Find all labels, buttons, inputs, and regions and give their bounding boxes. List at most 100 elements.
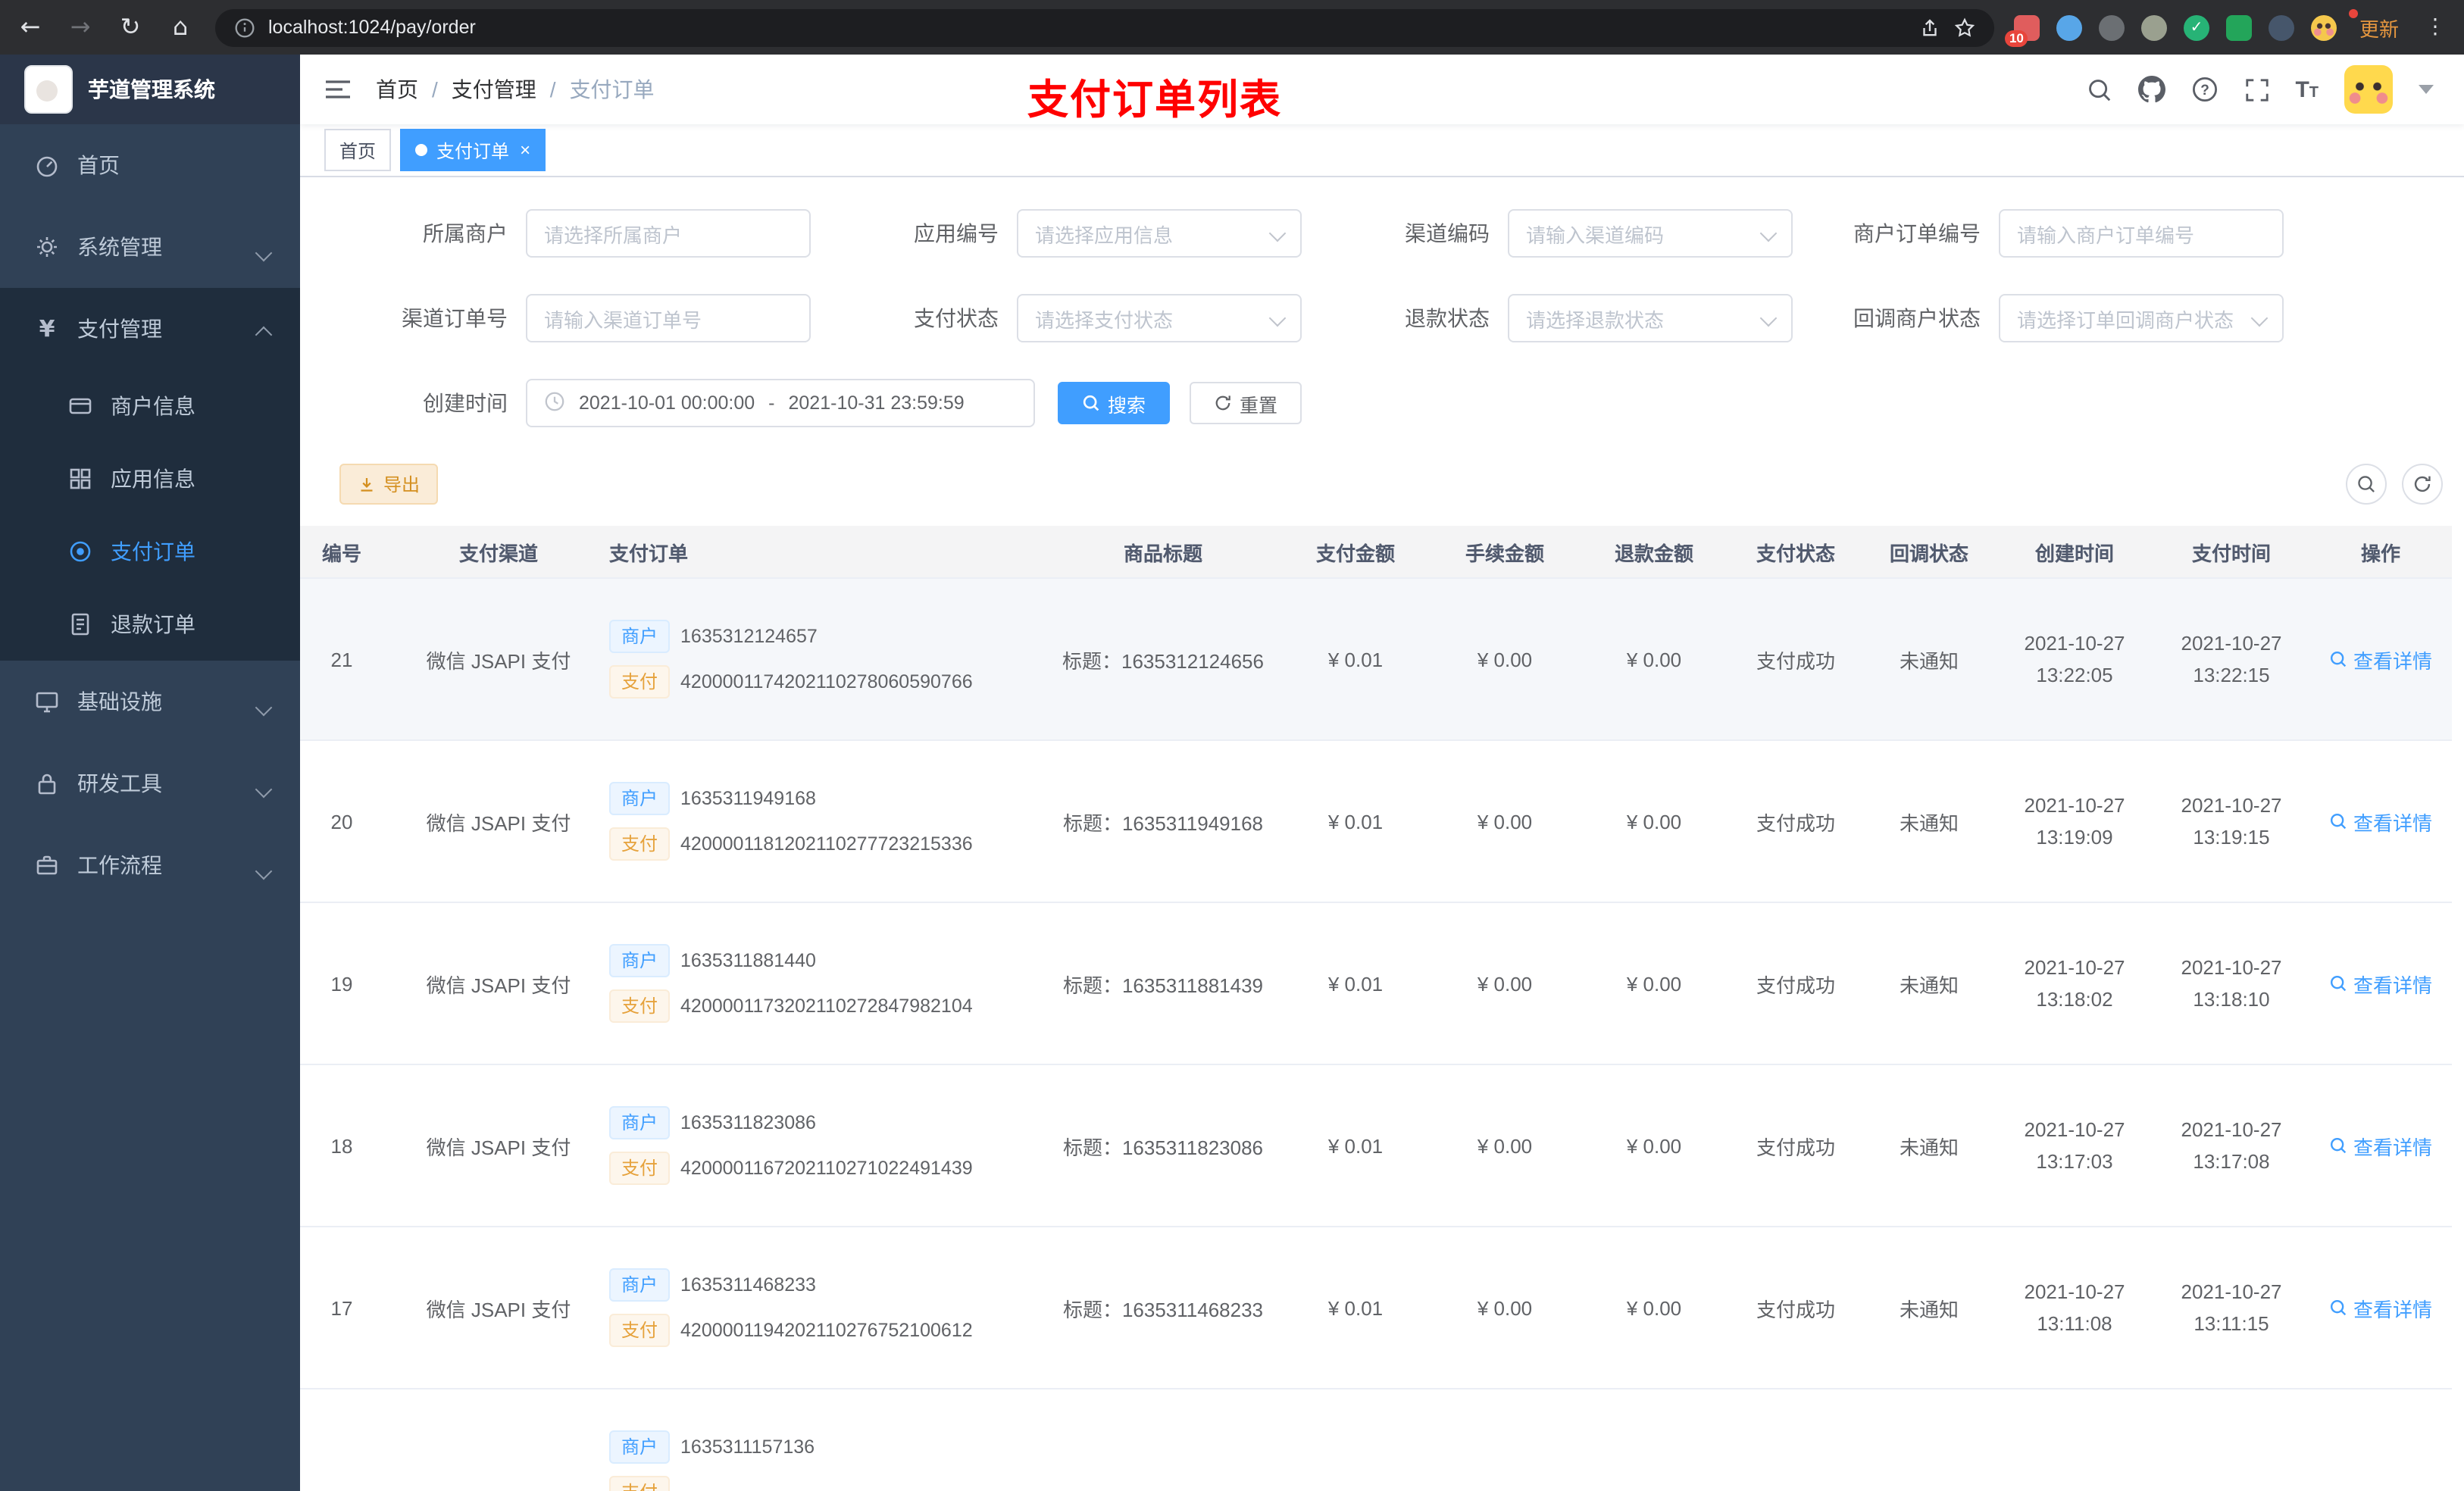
help-icon[interactable]: ? — [2190, 76, 2218, 103]
cell-channel: 微信 JSAPI 支付 — [400, 1227, 597, 1389]
column-header-pay-time: 支付时间 — [2153, 526, 2309, 579]
browser-forward-icon[interactable]: → — [65, 14, 95, 39]
browser-menu-icon[interactable]: ⋮ — [2422, 15, 2449, 39]
notify-status-select[interactable]: 请选择订单回调商户状态 — [1999, 294, 2284, 342]
search-icon[interactable] — [2086, 77, 2112, 102]
cell-fee: ¥ 0.00 — [1431, 1227, 1579, 1389]
tab-pay-order[interactable]: 支付订单 × — [400, 129, 546, 171]
view-detail-link[interactable]: 查看详情 — [2329, 969, 2432, 998]
app-no-select[interactable]: 请选择应用信息 — [1017, 209, 1302, 258]
pay-tag: 支付 — [609, 989, 671, 1023]
cell-channel: 微信 JSAPI 支付 — [400, 740, 597, 903]
cell-actions — [2309, 1389, 2452, 1491]
pay-order-no: 4200001174202110278060590766 — [680, 671, 973, 692]
sidebar-item-workflow[interactable]: 工作流程 — [0, 824, 300, 906]
cell-pay-time: 2021-10-27 13:19:15 — [2153, 740, 2309, 903]
extension-icon-5[interactable]: ✓ — [2183, 14, 2209, 40]
sidebar-item-label: 商户信息 — [111, 394, 195, 418]
view-detail-link[interactable]: 查看详情 — [2329, 807, 2432, 836]
cell-id: 19 — [300, 902, 400, 1065]
cell-fee: ¥ 0.00 — [1431, 902, 1579, 1065]
sidebar-item-dev-tools[interactable]: 研发工具 — [0, 742, 300, 824]
sidebar-item-refund-order[interactable]: 退款订单 — [0, 588, 300, 661]
field-label: 应用编号 — [914, 221, 999, 245]
table-row: 19 微信 JSAPI 支付 商户 1635311881440 支付 4200001… — [300, 902, 2452, 1065]
fullscreen-icon[interactable] — [2244, 77, 2269, 102]
cell-order: 商户 1635312124657 支付 4200001174202110278060… — [597, 578, 1046, 741]
extension-icon-8[interactable] — [2310, 14, 2337, 40]
font-size-icon[interactable]: TT — [2295, 77, 2319, 102]
github-icon[interactable] — [2137, 76, 2165, 103]
extension-icon-1[interactable]: 10 — [2004, 14, 2040, 46]
channel-code-select[interactable]: 请输入渠道编码 — [1508, 209, 1793, 258]
browser-reload-icon[interactable]: ↻ — [115, 14, 145, 39]
pay-tag: 支付 — [609, 1152, 671, 1185]
cell-refund — [1579, 1389, 1729, 1491]
close-icon[interactable]: × — [520, 141, 530, 159]
breadcrumb-pay-manage[interactable]: 支付管理 — [452, 74, 536, 105]
sidebar-item-merchant-info[interactable]: 商户信息 — [0, 370, 300, 442]
cell-notify-status: 未通知 — [1862, 1064, 1996, 1227]
hamburger-icon[interactable] — [324, 77, 352, 102]
merchant-order-no-input[interactable]: 请输入商户订单编号 — [1999, 209, 2284, 258]
field-label: 创建时间 — [423, 391, 508, 415]
chevron-down-icon — [1759, 224, 1778, 242]
view-detail-label: 查看详情 — [2353, 974, 2432, 996]
search-button[interactable]: 搜索 — [1058, 382, 1171, 424]
cell-fee: ¥ 0.00 — [1431, 1064, 1579, 1227]
cell-pay-status: 支付成功 — [1729, 902, 1862, 1065]
cell-notify-status: 未通知 — [1862, 740, 1996, 903]
sidebar-item-pay-order[interactable]: 支付订单 — [0, 515, 300, 588]
app-logo: 芋道管理系统 — [0, 55, 300, 124]
cell-pay-status: 支付成功 — [1729, 578, 1862, 741]
sidebar-item-app-info[interactable]: 应用信息 — [0, 442, 300, 515]
extension-icon-7[interactable] — [2268, 14, 2294, 40]
tab-home[interactable]: 首页 — [324, 129, 392, 171]
refresh-button[interactable] — [2402, 464, 2443, 505]
channel-order-no-input[interactable]: 请输入渠道订单号 — [526, 294, 811, 342]
toggle-search-button[interactable] — [2346, 464, 2387, 505]
site-info-icon[interactable] — [233, 16, 256, 39]
cell-id: 20 — [300, 740, 400, 903]
avatar-caret-icon[interactable] — [2419, 85, 2434, 94]
cell-pay-status: 支付成功 — [1729, 1064, 1862, 1227]
reset-button[interactable]: 重置 — [1190, 382, 1302, 424]
view-detail-link[interactable]: 查看详情 — [2329, 645, 2432, 674]
browser-home-icon[interactable]: ⌂ — [165, 14, 195, 39]
sidebar-item-payment[interactable]: ¥ 支付管理 — [0, 288, 300, 370]
chevron-down-icon — [1268, 309, 1287, 327]
placeholder: 请选择订单回调商户状态 — [2017, 308, 2234, 331]
browser-address-bar[interactable]: localhost:1024/pay/order — [215, 8, 1994, 46]
merchant-input[interactable]: 请选择所属商户 — [526, 209, 811, 258]
merchant-order-no: 1635311823086 — [680, 1112, 816, 1133]
merchant-order-no: 1635311949168 — [680, 788, 816, 809]
browser-update-button[interactable]: 更新 — [2348, 8, 2405, 45]
extension-icon-6[interactable] — [2225, 14, 2252, 40]
cell-channel: 微信 JSAPI 支付 — [400, 902, 597, 1065]
create-time-range-input[interactable]: 2021-10-01 00:00:00 - 2021-10-31 23:59:5… — [526, 379, 1035, 427]
bookmark-star-icon[interactable] — [1953, 16, 1976, 39]
extension-icon-3[interactable] — [2098, 14, 2125, 40]
user-avatar[interactable] — [2344, 65, 2393, 114]
cell-create-time: 2021-10-27 13:22:05 — [1996, 578, 2153, 741]
breadcrumb-separator: / — [432, 77, 438, 102]
sidebar-item-infrastructure[interactable]: 基础设施 — [0, 661, 300, 742]
sidebar-item-system[interactable]: 系统管理 — [0, 206, 300, 288]
export-button[interactable]: 导出 — [339, 464, 439, 505]
cell-create-time — [1996, 1389, 2153, 1491]
refund-status-select[interactable]: 请选择退款状态 — [1508, 294, 1793, 342]
pay-order-no: 4200001167202110271022491439 — [680, 1158, 973, 1179]
field-create-time: 创建时间 2021-10-01 00:00:00 - 2021-10-31 23… — [330, 379, 1035, 427]
view-detail-link[interactable]: 查看详情 — [2329, 1293, 2432, 1322]
share-icon[interactable] — [1918, 16, 1941, 39]
extension-icon-2[interactable] — [2056, 14, 2082, 40]
extension-icon-4[interactable] — [2140, 14, 2167, 40]
browser-back-icon[interactable]: ← — [15, 14, 45, 39]
sidebar-item-home[interactable]: 首页 — [0, 124, 300, 206]
card-icon — [67, 394, 94, 418]
cell-title: 标题：1635311949168 — [1046, 740, 1280, 903]
tab-label: 首页 — [339, 140, 377, 161]
breadcrumb-home[interactable]: 首页 — [376, 74, 418, 105]
pay-status-select[interactable]: 请选择支付状态 — [1017, 294, 1302, 342]
view-detail-link[interactable]: 查看详情 — [2329, 1131, 2432, 1160]
